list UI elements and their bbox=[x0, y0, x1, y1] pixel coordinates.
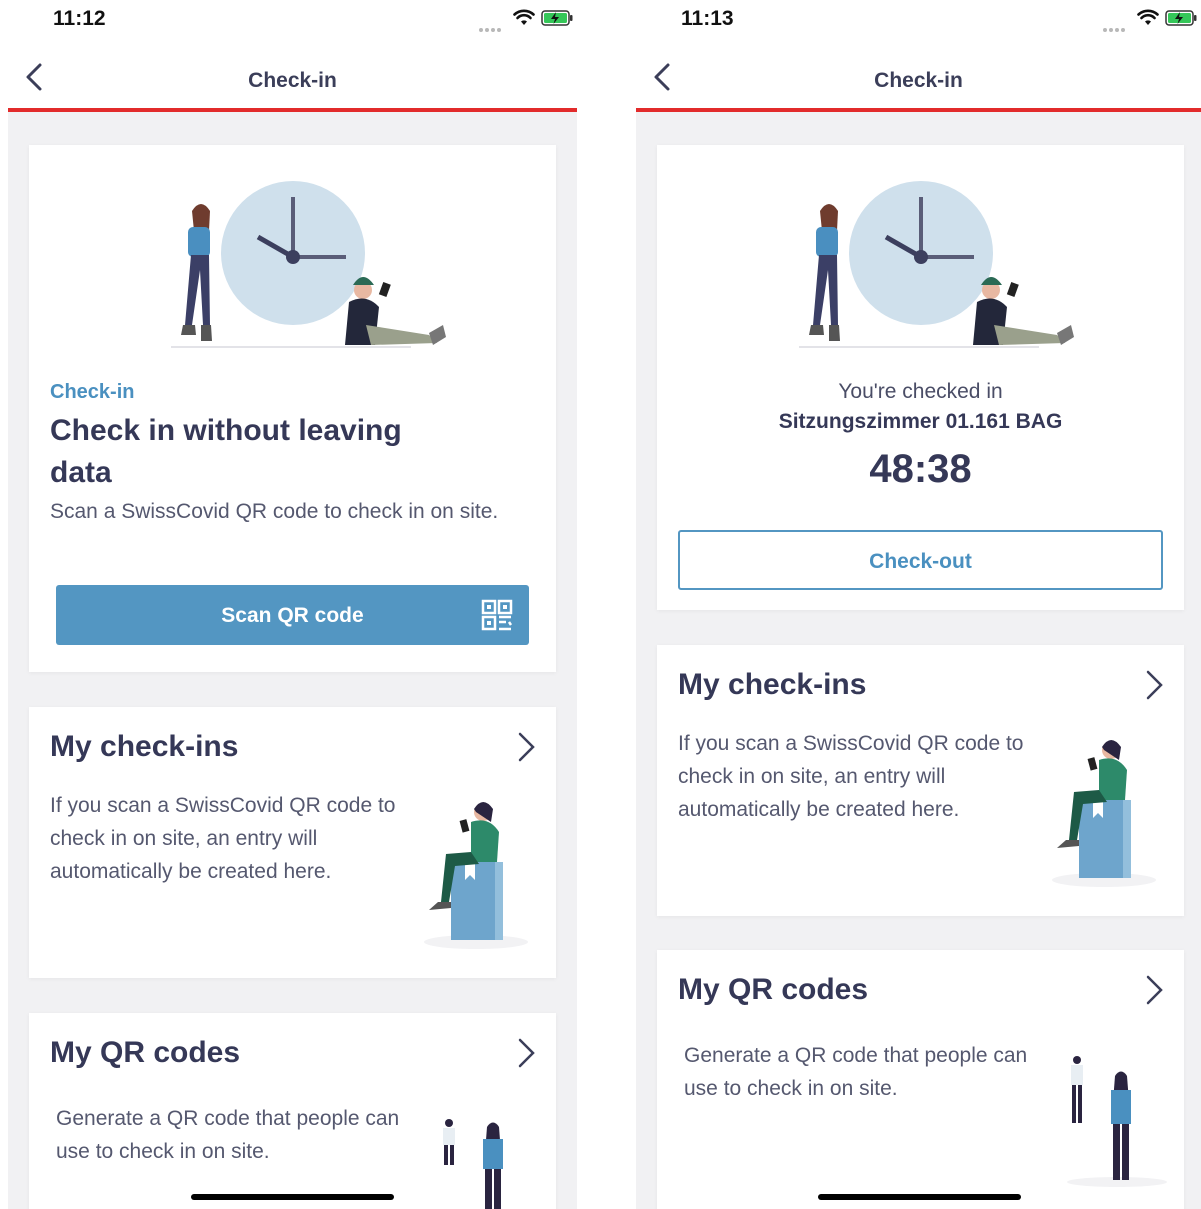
nav-title: Check-in bbox=[874, 69, 963, 92]
checkout-label: Check-out bbox=[869, 550, 972, 573]
scan-qr-label: Scan QR code bbox=[221, 604, 364, 627]
phone-screen-right: 11:13 Check-in You're checked in Sitzung… bbox=[636, 0, 1201, 1209]
my-checkins-card[interactable]: My check-ins If you scan a SwissCovid QR… bbox=[29, 707, 556, 978]
checked-in-timer: 48:38 bbox=[869, 447, 972, 491]
people-illustration bbox=[443, 1119, 503, 1209]
my-checkins-title: My check-ins bbox=[50, 730, 239, 763]
my-qr-codes-card[interactable]: My QR codes Generate a QR code that peop… bbox=[29, 1013, 556, 1209]
person-on-box-illustration bbox=[424, 802, 528, 949]
my-qr-codes-card[interactable]: My QR codes Generate a QR code that peop… bbox=[657, 950, 1184, 1209]
status-time: 11:13 bbox=[681, 7, 734, 30]
nav-bar: Check-in bbox=[636, 40, 1201, 112]
checkin-title: Check in without leaving data bbox=[50, 414, 402, 489]
checkin-eyebrow: Check-in bbox=[50, 381, 135, 403]
signal-icon bbox=[1103, 19, 1131, 32]
wifi-icon bbox=[1137, 9, 1159, 25]
battery-charging-icon bbox=[541, 10, 573, 26]
chevron-right-icon[interactable] bbox=[516, 1037, 538, 1069]
wifi-icon bbox=[513, 9, 535, 25]
my-checkins-title: My check-ins bbox=[678, 668, 867, 701]
checked-in-location: Sitzungszimmer 01.161 BAG bbox=[778, 410, 1063, 433]
chevron-right-icon[interactable] bbox=[516, 731, 538, 763]
nav-bar: Check-in bbox=[8, 40, 577, 112]
status-time: 11:12 bbox=[53, 7, 106, 30]
my-qr-codes-title: My QR codes bbox=[50, 1036, 241, 1069]
my-checkins-description: If you scan a SwissCovid QR code to chec… bbox=[678, 732, 1024, 821]
my-qr-codes-title: My QR codes bbox=[678, 973, 869, 1006]
person-on-box-illustration bbox=[1052, 740, 1156, 887]
clock-illustration bbox=[799, 181, 1074, 348]
checkin-description: Scan a SwissCovid QR code to check in on… bbox=[50, 500, 499, 523]
phone-screen-left: 11:12 Check-in Check-in Check in without… bbox=[8, 0, 577, 1209]
checkout-button[interactable]: Check-out bbox=[678, 530, 1163, 590]
status-bar: 11:13 bbox=[636, 0, 1201, 40]
my-checkins-description: If you scan a SwissCovid QR code to chec… bbox=[50, 794, 396, 883]
signal-icon bbox=[479, 19, 507, 32]
home-indicator[interactable] bbox=[191, 1194, 394, 1200]
my-qr-codes-description: Generate a QR code that people can use t… bbox=[684, 1044, 1028, 1100]
scan-qr-button[interactable]: Scan QR code bbox=[56, 585, 529, 645]
home-indicator[interactable] bbox=[818, 1194, 1021, 1200]
my-qr-codes-description: Generate a QR code that people can use t… bbox=[56, 1107, 400, 1163]
checked-in-status: You're checked in bbox=[838, 380, 1003, 403]
chevron-right-icon[interactable] bbox=[1144, 669, 1166, 701]
checkin-card: Check-in Check in without leaving data S… bbox=[29, 145, 556, 672]
checked-in-card: You're checked in Sitzungszimmer 01.161 … bbox=[657, 145, 1184, 610]
qr-code-icon bbox=[481, 599, 513, 631]
my-checkins-card[interactable]: My check-ins If you scan a SwissCovid QR… bbox=[657, 645, 1184, 916]
chevron-right-icon[interactable] bbox=[1144, 974, 1166, 1006]
clock-illustration bbox=[171, 181, 446, 348]
status-bar: 11:12 bbox=[8, 0, 577, 40]
people-illustration bbox=[1067, 1056, 1167, 1187]
nav-title: Check-in bbox=[248, 69, 337, 92]
battery-charging-icon bbox=[1165, 10, 1197, 26]
